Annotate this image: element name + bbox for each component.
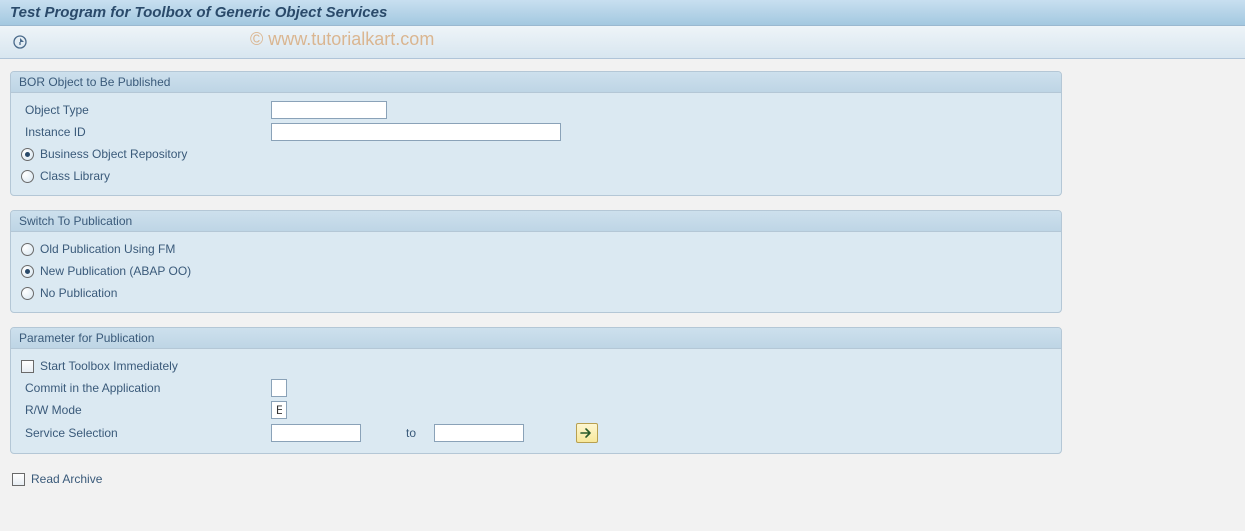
watermark-text: © www.tutorialkart.com [250,29,434,50]
group-parameter-publication: Parameter for Publication Start Toolbox … [10,327,1062,454]
group-bor-object: BOR Object to Be Published Object Type I… [10,71,1062,196]
service-selection-to-label: to [406,426,416,440]
checkbox-start-toolbox[interactable] [21,360,34,373]
service-selection-to-input[interactable] [434,424,524,442]
radio-old-label: Old Publication Using FM [40,242,175,256]
checkbox-read-archive[interactable] [12,473,25,486]
page-title-text: Test Program for Toolbox of Generic Obje… [10,4,387,21]
object-type-input[interactable] [271,101,387,119]
app-toolbar: © www.tutorialkart.com [0,26,1245,59]
radio-no-publication[interactable] [21,287,34,300]
arrow-right-icon [580,427,594,439]
content-area: BOR Object to Be Published Object Type I… [0,59,1245,502]
commit-input[interactable] [271,379,287,397]
instance-id-label: Instance ID [21,125,271,139]
group-title-param: Parameter for Publication [11,328,1061,349]
radio-old-publication[interactable] [21,243,34,256]
object-type-label: Object Type [21,103,271,117]
multiple-selection-button[interactable] [576,423,598,443]
commit-label: Commit in the Application [21,381,271,395]
service-selection-label: Service Selection [21,426,271,440]
radio-new-publication[interactable] [21,265,34,278]
page-title: Test Program for Toolbox of Generic Obje… [0,0,1245,26]
group-title-bor: BOR Object to Be Published [11,72,1061,93]
radio-new-label: New Publication (ABAP OO) [40,264,191,278]
group-switch-publication: Switch To Publication Old Publication Us… [10,210,1062,313]
radio-bor-label: Business Object Repository [40,147,187,161]
read-archive-label: Read Archive [31,472,102,486]
radio-none-label: No Publication [40,286,117,300]
instance-id-input[interactable] [271,123,561,141]
execute-icon[interactable] [10,32,30,52]
radio-class-label: Class Library [40,169,110,183]
radio-class-library[interactable] [21,170,34,183]
rw-mode-label: R/W Mode [21,403,271,417]
rw-mode-input[interactable] [271,401,287,419]
service-selection-from-input[interactable] [271,424,361,442]
checkbox-start-label: Start Toolbox Immediately [40,359,178,373]
radio-bor[interactable] [21,148,34,161]
group-title-switch: Switch To Publication [11,211,1061,232]
